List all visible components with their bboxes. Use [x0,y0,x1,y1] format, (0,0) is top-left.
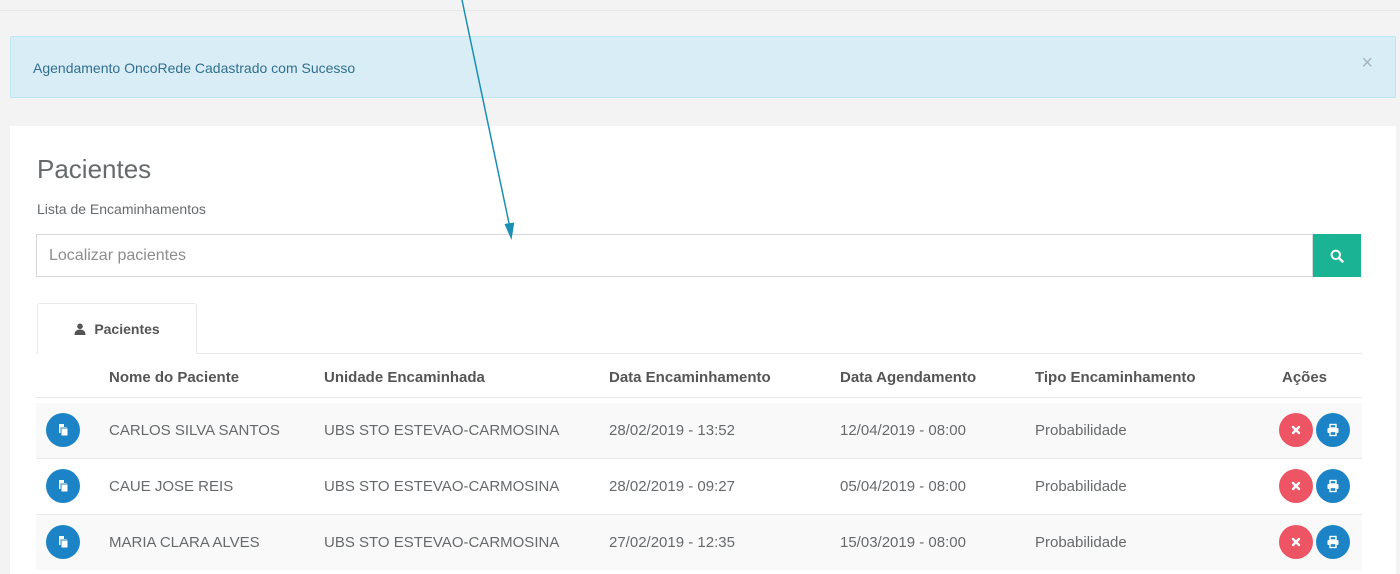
open-record-button[interactable] [46,413,80,447]
referral-date: 27/02/2019 - 12:35 [609,534,735,551]
header-actions: Ações [1282,369,1328,386]
referral-date: 28/02/2019 - 09:27 [609,478,735,495]
search-icon [1330,249,1344,263]
print-button[interactable] [1316,469,1350,503]
header-patient-name: Nome do Paciente [109,369,240,386]
table-row: CAUE JOSE REIS UBS STO ESTEVAO-CARMOSINA… [36,459,1362,514]
page-title: Pacientes [37,154,152,184]
close-icon [1291,537,1301,547]
print-icon [1327,423,1339,437]
tab-pacientes[interactable]: Pacientes [37,303,197,354]
table-row: MARIA CLARA ALVES UBS STO ESTEVAO-CARMOS… [36,515,1362,570]
user-icon [74,323,86,335]
schedule-date: 12/04/2019 - 08:00 [840,422,966,439]
header-unit: Unidade Encaminhada [324,369,485,386]
alert-message: Agendamento OncoRede Cadastrado com Suce… [33,60,356,76]
patient-name: MARIA CLARA ALVES [109,534,260,551]
page-subtitle: Lista de Encaminhamentos [37,201,206,217]
tab-label: Pacientes [94,320,160,337]
table-row: CARLOS SILVA SANTOS UBS STO ESTEVAO-CARM… [36,403,1362,458]
patients-panel: Pacientes Lista de Encaminhamentos Pacie… [10,126,1396,574]
schedule-date: 05/04/2019 - 08:00 [840,478,966,495]
alert-close-icon[interactable]: × [1361,53,1373,73]
success-alert: Agendamento OncoRede Cadastrado com Suce… [10,36,1396,98]
schedule-date: 15/03/2019 - 08:00 [840,534,966,551]
close-icon [1291,481,1301,491]
header-referral-type: Tipo Encaminhamento [1035,369,1196,386]
print-icon [1327,479,1339,493]
referred-unit: UBS STO ESTEVAO-CARMOSINA [324,534,560,551]
close-icon [1291,425,1301,435]
delete-button[interactable] [1279,525,1313,559]
top-bar [0,0,1400,11]
print-icon [1327,535,1339,549]
open-record-button[interactable] [46,525,80,559]
copy-icon [59,424,69,437]
tabs-divider [36,353,1362,354]
open-record-button[interactable] [46,469,80,503]
print-button[interactable] [1316,525,1350,559]
patient-name: CAUE JOSE REIS [109,478,234,495]
referred-unit: UBS STO ESTEVAO-CARMOSINA [324,422,560,439]
referral-type: Probabilidade [1035,478,1127,495]
print-button[interactable] [1316,413,1350,447]
search-button[interactable] [1313,234,1361,277]
header-referral-date: Data Encaminhamento [609,369,771,386]
delete-button[interactable] [1279,469,1313,503]
referral-type: Probabilidade [1035,422,1127,439]
delete-button[interactable] [1279,413,1313,447]
copy-icon [59,480,69,493]
referral-type: Probabilidade [1035,534,1127,551]
referral-date: 28/02/2019 - 13:52 [609,422,735,439]
header-divider [36,397,1362,398]
patient-name: CARLOS SILVA SANTOS [109,422,280,439]
referred-unit: UBS STO ESTEVAO-CARMOSINA [324,478,560,495]
copy-icon [59,536,69,549]
header-schedule-date: Data Agendamento [840,369,977,386]
search-input[interactable] [36,234,1313,277]
